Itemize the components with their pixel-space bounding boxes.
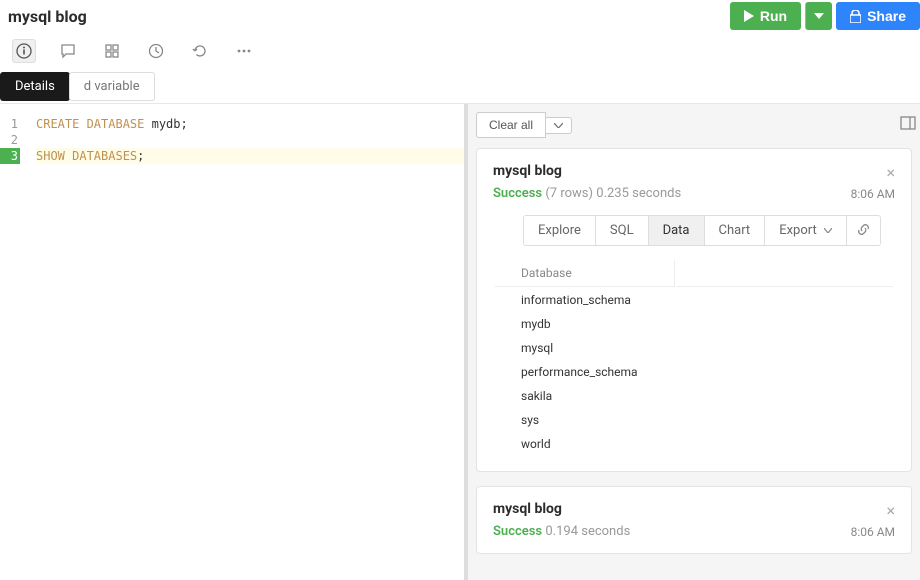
results-panel: Clear all mysql blog × Success (7 rows) … [464,104,920,580]
result-tab-chart[interactable]: Chart [705,216,766,245]
share-button[interactable]: Share [836,2,920,30]
info-icon[interactable] [12,39,36,63]
history-icon[interactable] [188,39,212,63]
result-table: Database information_schema mydb mysql p… [493,258,895,457]
table-header: Database [495,260,675,287]
status-meta: (7 rows) 0.235 seconds [545,186,681,201]
table-row: mysql [495,337,893,359]
more-icon[interactable] [232,39,256,63]
close-icon[interactable]: × [886,163,895,182]
timestamp: 8:06 AM [851,525,895,539]
status-badge: Success [493,186,542,201]
run-dropdown-button[interactable] [805,2,832,30]
result-tab-explore[interactable]: Explore [524,216,596,245]
code-editor[interactable]: 1 2 3 CREATE DATABASE mydb; SHOW DATABAS… [0,104,464,580]
tab-variable[interactable]: d variable [69,72,155,101]
run-button[interactable]: Run [730,2,801,30]
line-gutter: 1 2 3 [0,116,24,580]
table-row: information_schema [495,289,893,311]
table-row: mydb [495,313,893,335]
chevron-down-icon [824,228,832,233]
status-badge: Success [493,524,542,539]
close-icon[interactable]: × [886,501,895,520]
result-card: mysql blog × Success 0.194 seconds 8:06 … [476,486,912,554]
clock-icon[interactable] [144,39,168,63]
result-card: mysql blog × Success (7 rows) 0.235 seco… [476,148,912,472]
clear-dropdown-button[interactable] [546,117,572,134]
status-meta: 0.194 seconds [545,524,630,539]
lock-icon [850,10,861,23]
run-button-label: Run [760,8,787,24]
panel-toggle-icon[interactable] [900,116,916,130]
table-row: performance_schema [495,361,893,383]
link-icon [857,223,870,236]
result-tab-data[interactable]: Data [649,216,705,245]
result-title: mysql blog [493,163,562,179]
share-button-label: Share [867,8,906,24]
chevron-down-icon [554,123,563,128]
table-row: world [495,433,893,455]
table-row: sys [495,409,893,431]
timestamp: 8:06 AM [851,187,895,201]
result-tab-link[interactable] [847,216,880,245]
chevron-down-icon [814,13,824,19]
page-title: mysql blog [8,7,87,26]
grid-icon[interactable] [100,39,124,63]
table-row: sakila [495,385,893,407]
result-tab-export[interactable]: Export [765,216,847,245]
clear-all-button[interactable]: Clear all [476,112,546,138]
comment-icon[interactable] [56,39,80,63]
tab-details[interactable]: Details [0,72,70,101]
play-icon [744,10,754,22]
result-tab-sql[interactable]: SQL [596,216,649,245]
result-title: mysql blog [493,501,562,517]
